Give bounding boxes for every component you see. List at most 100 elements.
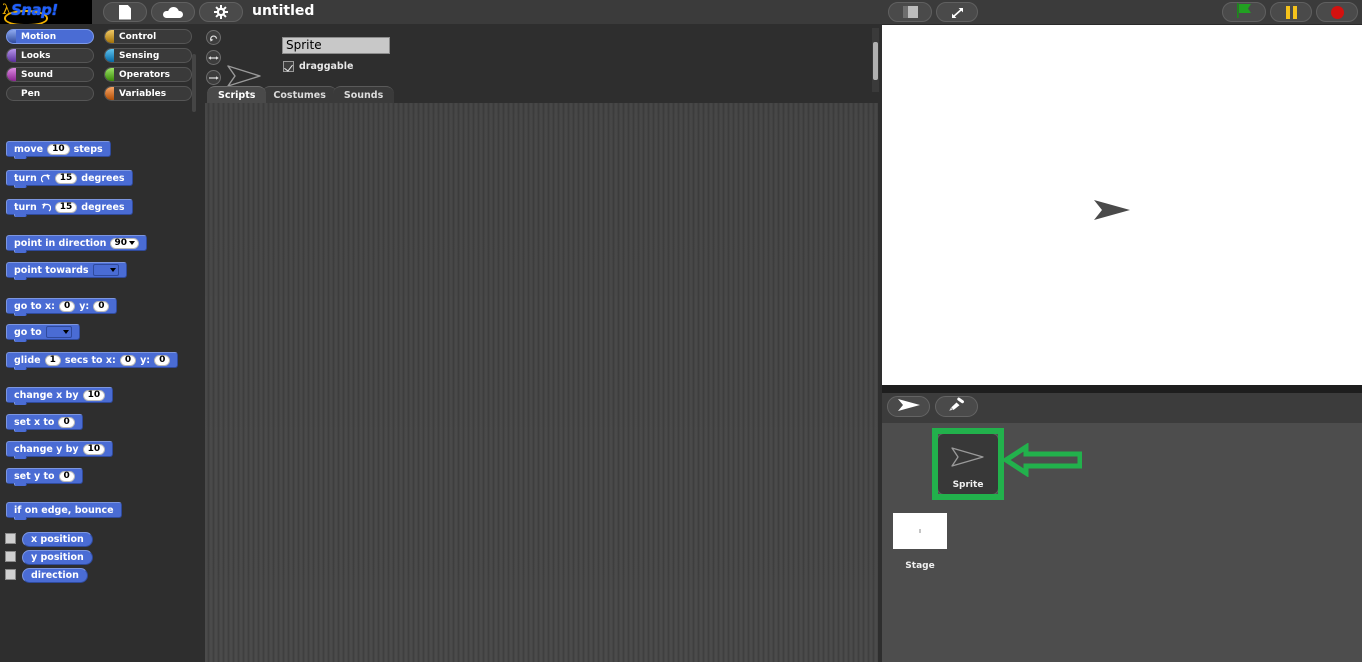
- block-turn-ccw-label-pre: turn: [14, 201, 37, 213]
- block-set-y-input[interactable]: 0: [58, 470, 75, 482]
- category-button-control[interactable]: Control: [104, 29, 192, 44]
- block-notch: [14, 402, 27, 405]
- block-point-direction-value: 90: [114, 238, 127, 248]
- settings-menu-button[interactable]: [199, 2, 243, 22]
- stage[interactable]: [882, 25, 1362, 385]
- block-turn-cw-degrees-input[interactable]: 15: [54, 172, 78, 184]
- block-glide-y-input[interactable]: 0: [154, 354, 171, 366]
- block-notch: [14, 185, 27, 188]
- category-swatch-operators: [105, 68, 114, 81]
- block-point-direction-input[interactable]: 90: [110, 237, 139, 249]
- block-change-x-label: change x by: [14, 389, 79, 401]
- stage-corral-item[interactable]: [893, 513, 947, 549]
- category-swatch-motion: [7, 30, 16, 43]
- rotate-freely-icon[interactable]: [206, 30, 221, 45]
- block-goto-xy-y-input[interactable]: 0: [93, 300, 110, 312]
- block-go-to[interactable]: go to: [6, 324, 80, 342]
- stage-thumbnail-dot: [919, 529, 921, 533]
- scripting-canvas[interactable]: [205, 103, 878, 662]
- block-turn-cw-label-post: degrees: [81, 172, 125, 184]
- category-label-control: Control: [119, 31, 157, 42]
- tab-scripts[interactable]: Scripts: [207, 86, 267, 103]
- block-move-steps-input[interactable]: 10: [47, 143, 70, 155]
- block-move-label-pre: move: [14, 143, 44, 155]
- file-menu-button[interactable]: [103, 2, 147, 22]
- block-glide[interactable]: glide 1 secs to x: 0 y: 0: [6, 352, 179, 370]
- draggable-label: draggable: [299, 61, 354, 72]
- tab-costumes[interactable]: Costumes: [262, 86, 337, 103]
- block-turn-counterclockwise[interactable]: turn 15 degrees: [6, 199, 133, 217]
- block-set-x-input[interactable]: 0: [58, 416, 75, 428]
- no-rotation-icon[interactable]: [206, 70, 221, 85]
- category-button-variables[interactable]: Variables: [104, 86, 192, 101]
- block-glide-label-mid1: secs to x:: [64, 354, 116, 366]
- pause-button[interactable]: [1270, 2, 1312, 22]
- block-turn-cw-label-pre: turn: [14, 172, 37, 184]
- block-set-y-to[interactable]: set y to 0: [6, 468, 83, 486]
- block-notch: [14, 156, 27, 159]
- block-glide-secs-input[interactable]: 1: [44, 354, 61, 366]
- left-right-flip-icon[interactable]: [206, 50, 221, 65]
- block-glide-label-pre: glide: [14, 354, 41, 366]
- block-turn-ccw-degrees-input[interactable]: 15: [54, 201, 78, 213]
- block-turn-clockwise[interactable]: turn 15 degrees: [6, 170, 133, 188]
- tab-sounds[interactable]: Sounds: [332, 86, 395, 103]
- block-goto-xy-label-y: y:: [79, 300, 90, 312]
- stop-icon: [1330, 5, 1344, 19]
- turn-counterclockwise-icon: [41, 202, 51, 213]
- block-goto-xy-x-input[interactable]: 0: [58, 300, 76, 312]
- block-goto-target-input[interactable]: [45, 326, 72, 338]
- add-sprite-button[interactable]: [887, 396, 930, 417]
- snap-logo[interactable]: λ Snap!: [0, 0, 92, 24]
- block-change-x-input[interactable]: 10: [82, 389, 106, 401]
- watcher-checkbox-direction[interactable]: [5, 569, 16, 580]
- block-point-towards-input[interactable]: [92, 264, 119, 276]
- sprite-corral: Sprite Stage: [882, 423, 1362, 662]
- block-goto-label: go to: [14, 326, 42, 338]
- category-swatch-looks: [7, 49, 16, 62]
- category-button-sensing[interactable]: Sensing: [104, 48, 192, 63]
- block-direction[interactable]: direction: [22, 568, 88, 583]
- cloud-menu-button[interactable]: [151, 2, 195, 22]
- category-button-pen[interactable]: Pen: [6, 86, 94, 101]
- category-swatch-pen: [7, 87, 16, 100]
- chevron-down-icon: [128, 241, 135, 245]
- stop-button[interactable]: [1316, 2, 1358, 22]
- category-button-looks[interactable]: Looks: [6, 48, 94, 63]
- palette-scrollbar[interactable]: [192, 54, 196, 112]
- block-if-on-edge-bounce[interactable]: if on edge, bounce: [6, 502, 122, 520]
- presentation-mode-button[interactable]: [936, 2, 978, 22]
- block-point-towards[interactable]: point towards: [6, 262, 127, 280]
- block-set-x-to[interactable]: set x to 0: [6, 414, 83, 432]
- block-notch: [14, 339, 27, 342]
- scripts-scrollbar-thumb[interactable]: [873, 42, 878, 80]
- sprite-name-input[interactable]: Sprite: [282, 37, 390, 54]
- block-if-on-edge-label: if on edge, bounce: [14, 504, 114, 516]
- category-button-sound[interactable]: Sound: [6, 67, 94, 82]
- block-y-position[interactable]: y position: [22, 550, 93, 565]
- watcher-checkbox-x-position[interactable]: [5, 533, 16, 544]
- stage-size-button[interactable]: [888, 2, 932, 22]
- block-move-steps[interactable]: move 10 steps: [6, 141, 111, 159]
- block-point-in-direction[interactable]: point in direction 90: [6, 235, 147, 253]
- draggable-option: draggable: [283, 61, 353, 72]
- block-glide-x-input[interactable]: 0: [119, 354, 137, 366]
- stage-sprite-arrow[interactable]: [1092, 198, 1132, 222]
- block-change-x-by[interactable]: change x by 10: [6, 387, 114, 405]
- watcher-checkbox-y-position[interactable]: [5, 551, 16, 562]
- block-go-to-xy[interactable]: go to x: 0 y: 0: [6, 298, 118, 316]
- category-label-variables: Variables: [119, 88, 167, 99]
- draggable-checkbox[interactable]: [283, 61, 294, 72]
- category-button-motion[interactable]: Motion: [6, 29, 94, 44]
- block-notch: [14, 429, 27, 432]
- block-change-y-by[interactable]: change y by 10: [6, 441, 114, 459]
- annotation-arrow-icon: [1001, 442, 1083, 478]
- sprite-corral-item-sprite[interactable]: Sprite: [937, 433, 999, 495]
- paint-new-sprite-button[interactable]: [935, 396, 978, 417]
- green-flag-button[interactable]: [1222, 2, 1266, 22]
- block-change-y-input[interactable]: 10: [82, 443, 106, 455]
- category-button-operators[interactable]: Operators: [104, 67, 192, 82]
- chevron-down-icon: [62, 330, 69, 334]
- block-x-position[interactable]: x position: [22, 532, 93, 547]
- block-x-position-label: x position: [31, 534, 84, 545]
